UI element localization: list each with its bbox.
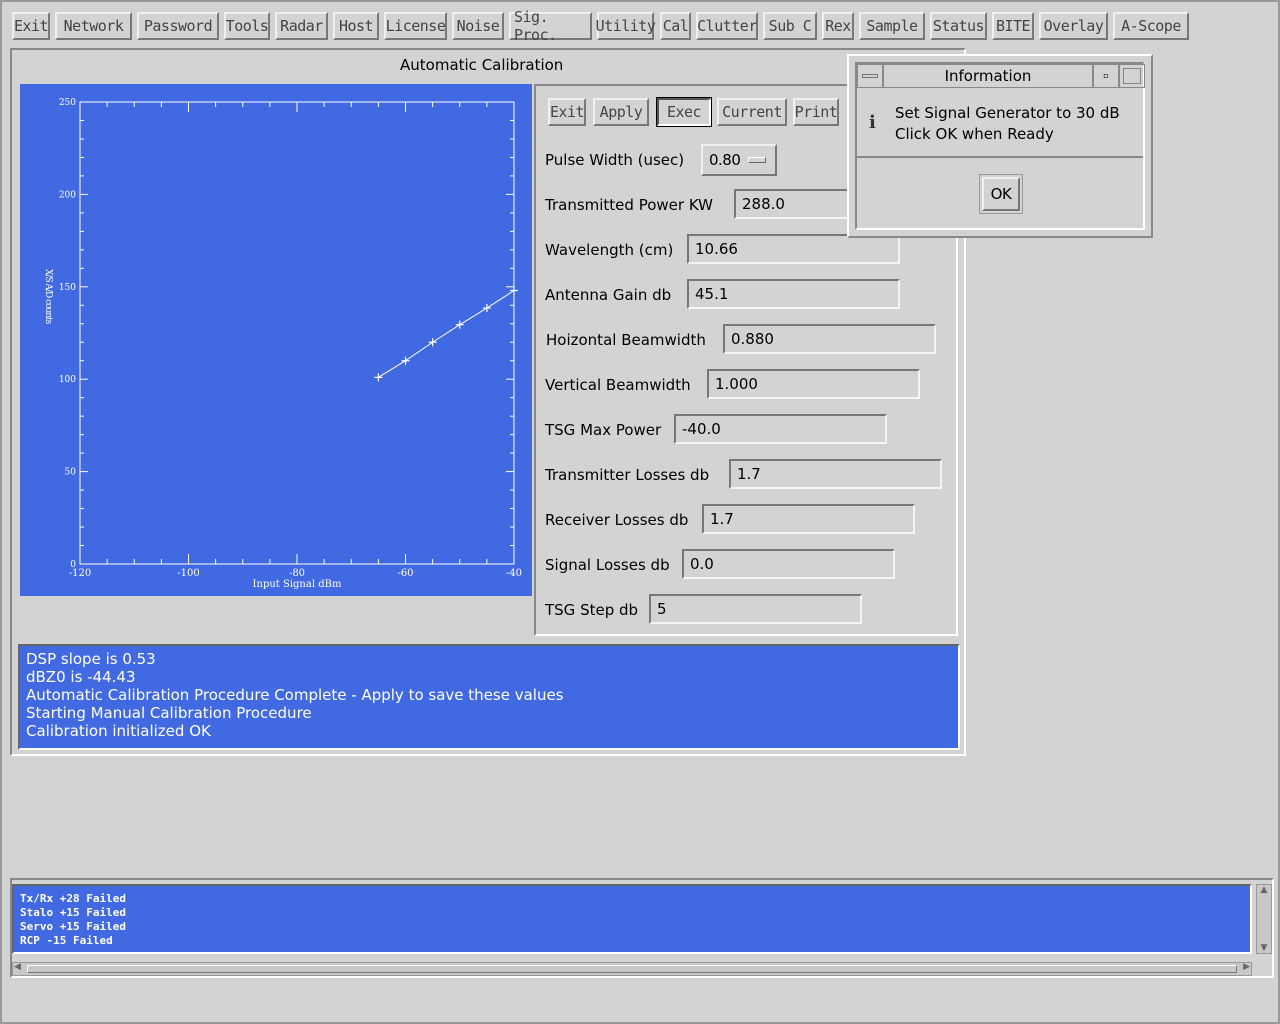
status-log: Tx/Rx +28 Failed Stalo +15 Failed Servo +1… (12, 884, 1252, 954)
receiver-losses-db-input[interactable]: 1.7 (702, 504, 915, 534)
y-tick-label: 200 (59, 190, 76, 200)
message-log: DSP slope is 0.53 dBZ0 is -44.43 Automatic… (18, 644, 960, 750)
signal-losses-db-label: Signal Losses db (545, 556, 670, 574)
menu-sub-c[interactable]: Sub C (763, 12, 817, 40)
dialog-title: Information (883, 64, 1093, 88)
horizontal-scrollbar[interactable]: ◀ ▶ (12, 962, 1252, 976)
window-menu-button[interactable] (857, 64, 883, 88)
transmitted-power-kw-label: Transmitted Power KW (545, 196, 713, 214)
pulse-width-dropdown[interactable]: 0.80 (701, 144, 777, 176)
vertical-beamwidth-label: Vertical Beamwidth (545, 376, 691, 394)
exec-button[interactable]: Exec (656, 97, 712, 127)
panel-title: Automatic Calibration (400, 56, 564, 74)
hoizontal-beamwidth-label: Hoizontal Beamwidth (546, 331, 706, 349)
wavelength-cm-label: Wavelength (cm) (545, 241, 674, 259)
tsg-max-power-input[interactable]: -40.0 (674, 414, 887, 444)
menu-host[interactable]: Host (333, 12, 379, 40)
x-axis-label: Input Signal dBm (253, 579, 342, 590)
dialog-message-line1: Set Signal Generator to 30 dB (895, 104, 1120, 122)
option-menu-icon (748, 157, 767, 163)
menu-clutter[interactable]: Clutter (696, 12, 758, 40)
menu-network[interactable]: Network (55, 12, 132, 40)
scroll-right-icon[interactable]: ▶ (1243, 962, 1250, 972)
status-line: Stalo +15 Failed (20, 906, 126, 919)
x-tick-label: -60 (397, 568, 413, 579)
status-line: Servo +15 Failed (20, 920, 126, 933)
menu-exit[interactable]: Exit (12, 12, 50, 40)
y-axis-label: X/S A/D counts (43, 269, 53, 325)
scroll-thumb[interactable] (27, 965, 1237, 973)
vertical-scrollbar[interactable]: ▲ ▼ (1256, 884, 1272, 954)
menu-radar[interactable]: Radar (275, 12, 328, 40)
information-dialog: Information ▫ i Set Signal Generator to … (847, 54, 1153, 238)
x-tick-label: -40 (506, 568, 522, 579)
message-line: dBZ0 is -44.43 (26, 668, 136, 686)
menu-rex[interactable]: Rex (822, 12, 854, 40)
print-button[interactable]: Print (793, 98, 839, 126)
menu-status[interactable]: Status (930, 12, 987, 40)
signal-losses-db-input[interactable]: 0.0 (682, 549, 895, 579)
scroll-up-icon[interactable]: ▲ (1257, 885, 1271, 895)
exit-button[interactable]: Exit (548, 98, 586, 126)
message-line: Starting Manual Calibration Procedure (26, 704, 312, 722)
menu-cal[interactable]: Cal (660, 12, 691, 40)
transmitter-losses-db-input[interactable]: 1.7 (729, 459, 942, 489)
pulse-width-value: 0.80 (709, 151, 741, 169)
y-tick-label: 100 (59, 375, 76, 385)
x-tick-label: -100 (177, 568, 199, 579)
menu-license[interactable]: License (384, 12, 447, 40)
tsg-max-power-label: TSG Max Power (545, 421, 662, 439)
receiver-losses-db-label: Receiver Losses db (545, 511, 689, 529)
current-button[interactable]: Current (717, 98, 787, 126)
menu-bite[interactable]: BITE (992, 12, 1034, 40)
info-icon: i (869, 112, 876, 133)
status-line: RCP -15 Failed (20, 934, 113, 947)
plot-background (20, 84, 532, 596)
tsg-step-db-input[interactable]: 5 (649, 594, 862, 624)
tsg-step-db-label: TSG Step db (545, 601, 639, 619)
menu-overlay[interactable]: Overlay (1039, 12, 1108, 40)
menu-sig-proc[interactable]: Sig. Proc. (509, 8, 592, 44)
x-tick-label: -80 (289, 568, 305, 579)
status-line: Tx/Rx +28 Failed (20, 892, 126, 905)
wavelength-cm-input[interactable]: 10.66 (687, 234, 900, 264)
hoizontal-beamwidth-input[interactable]: 0.880 (723, 324, 936, 354)
ok-button[interactable]: OK (982, 177, 1020, 211)
antenna-gain-db-input[interactable]: 45.1 (687, 279, 900, 309)
scroll-down-icon[interactable]: ▼ (1257, 943, 1271, 953)
scroll-left-icon[interactable]: ◀ (14, 962, 21, 972)
maximize-button[interactable] (1119, 64, 1145, 88)
menu-utility[interactable]: Utility (596, 12, 656, 40)
menu-password[interactable]: Password (137, 12, 219, 40)
antenna-gain-db-label: Antenna Gain db (545, 286, 672, 304)
menu-tools[interactable]: Tools (224, 12, 270, 40)
y-tick-label: 150 (59, 283, 76, 293)
apply-button[interactable]: Apply (593, 98, 649, 126)
menu-sample[interactable]: Sample (859, 12, 925, 40)
vertical-beamwidth-input[interactable]: 1.000 (707, 369, 920, 399)
y-tick-label: 50 (65, 468, 77, 478)
menu-noise[interactable]: Noise (452, 12, 504, 40)
y-tick-label: 0 (70, 560, 76, 570)
dialog-message-line2: Click OK when Ready (895, 125, 1054, 143)
message-line: DSP slope is 0.53 (26, 650, 156, 668)
menu-a-scope[interactable]: A-Scope (1113, 12, 1189, 40)
message-line: Calibration initialized OK (26, 722, 211, 740)
minimize-button[interactable]: ▫ (1093, 64, 1119, 88)
y-tick-label: 250 (59, 98, 76, 108)
calibration-chart: -120 -100 -80 -60 -40050100150200250Input Si… (20, 84, 532, 596)
message-line: Automatic Calibration Procedure Complete… (26, 686, 564, 704)
transmitter-losses-db-label: Transmitter Losses db (545, 466, 710, 484)
pulse-width-label: Pulse Width (usec) (545, 151, 685, 169)
